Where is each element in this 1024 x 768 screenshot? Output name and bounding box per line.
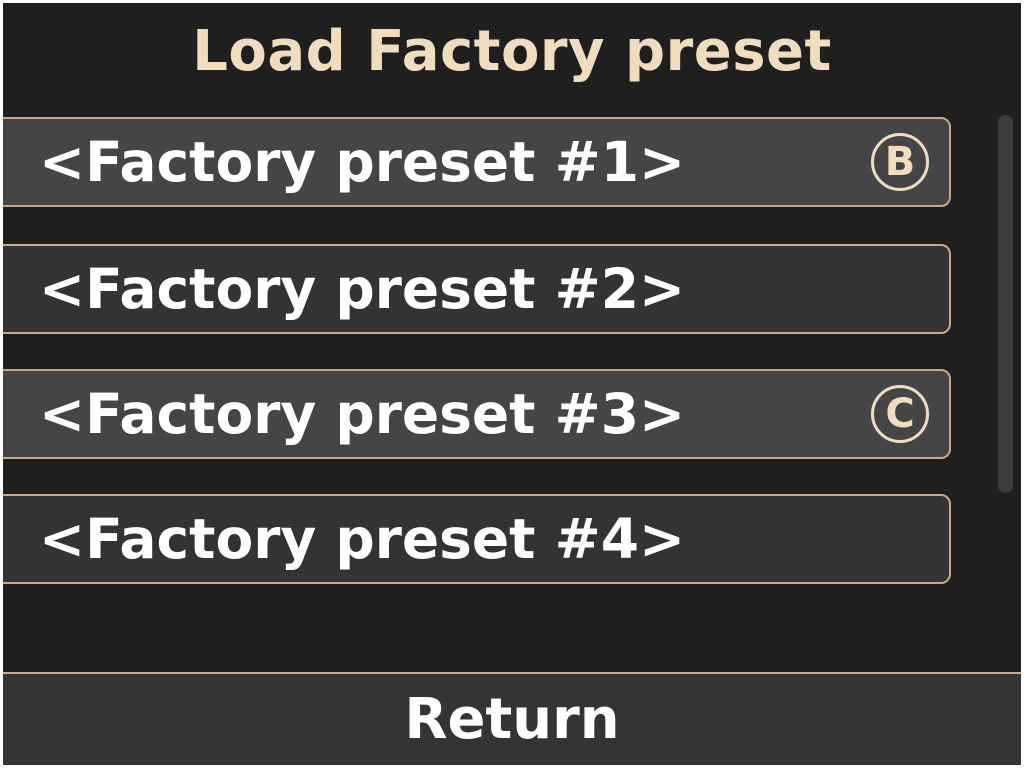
preset-item-2[interactable]: <Factory preset #2>	[3, 244, 951, 334]
preset-item-label: <Factory preset #4>	[39, 507, 686, 571]
preset-item-label: <Factory preset #3>	[39, 382, 686, 446]
slot-c-badge: C	[871, 385, 929, 443]
preset-item-label: <Factory preset #2>	[39, 257, 686, 321]
preset-list: <Factory preset #1> B <Factory preset #2…	[3, 3, 1021, 673]
preset-item-3[interactable]: <Factory preset #3> C	[3, 369, 951, 459]
preset-item-label: <Factory preset #1>	[39, 130, 686, 194]
preset-item-1[interactable]: <Factory preset #1> B	[3, 117, 951, 207]
slot-b-badge: B	[871, 133, 929, 191]
scrollbar[interactable]	[998, 115, 1013, 493]
return-button[interactable]: Return	[3, 672, 1021, 765]
preset-item-4[interactable]: <Factory preset #4>	[3, 494, 951, 584]
preset-screen: Load Factory preset <Factory preset #1> …	[3, 3, 1021, 765]
